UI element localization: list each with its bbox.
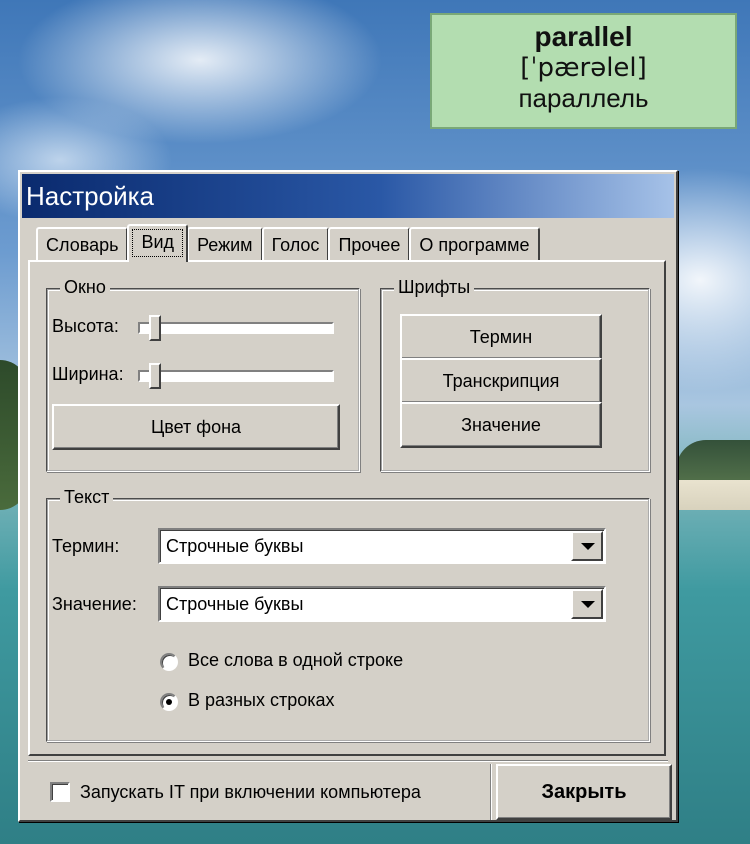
height-label: Высота: — [52, 316, 119, 336]
word-term: parallel — [534, 21, 633, 52]
window-group-label: Окно — [60, 277, 110, 298]
value-case-value: Строчные буквы — [166, 594, 304, 614]
settings-window: Настройка Словарь Вид Режим Голос Прочее… — [18, 170, 678, 822]
tab-panel-view: Окно Высота: Ширина: Цвет фона Шрифты Те… — [28, 260, 666, 756]
word-translation: параллель — [518, 83, 649, 113]
background-trees-right — [676, 440, 750, 482]
value-case-label: Значение: — [52, 594, 137, 614]
value-case-select[interactable]: Строчные буквы — [158, 586, 606, 622]
width-slider-thumb[interactable] — [148, 363, 161, 389]
bg-color-button[interactable]: Цвет фона — [52, 404, 340, 450]
height-slider-track[interactable] — [138, 322, 334, 334]
footer-divider — [28, 760, 668, 762]
text-group-label: Текст — [60, 487, 114, 508]
term-case-label: Термин: — [52, 536, 120, 556]
tab-dictionary[interactable]: Словарь — [36, 227, 129, 260]
width-slider-track[interactable] — [138, 370, 334, 382]
font-value-button[interactable]: Значение — [400, 402, 602, 448]
text-group: Текст Термин: Строчные буквы Значение: С… — [46, 487, 650, 742]
footer-separator — [490, 764, 492, 820]
close-button[interactable]: Закрыть — [496, 764, 672, 820]
width-label: Ширина: — [52, 364, 124, 384]
window-title[interactable]: Настройка — [22, 174, 674, 218]
font-term-button[interactable]: Термин — [400, 314, 602, 360]
term-case-select[interactable]: Строчные буквы — [158, 528, 606, 564]
background-beach — [670, 480, 750, 510]
chevron-down-icon[interactable] — [571, 589, 603, 619]
font-transcription-button[interactable]: Транскрипция — [400, 358, 602, 404]
tab-bar: Словарь Вид Режим Голос Прочее О програм… — [36, 224, 540, 262]
tab-mode[interactable]: Режим — [187, 227, 263, 260]
height-slider-thumb[interactable] — [148, 315, 161, 341]
radio-single-line-label[interactable]: Все слова в одной строке — [188, 650, 403, 671]
term-case-value: Строчные буквы — [166, 536, 304, 556]
fonts-group-label: Шрифты — [394, 277, 475, 298]
chevron-down-icon[interactable] — [571, 531, 603, 561]
fonts-group: Шрифты Термин Транскрипция Значение — [380, 277, 650, 472]
radio-single-line[interactable] — [160, 653, 178, 671]
radio-separate-lines[interactable] — [160, 693, 178, 711]
tab-view[interactable]: Вид — [127, 224, 189, 262]
tab-voice[interactable]: Голос — [261, 227, 330, 260]
word-card: parallel [ˈpærəlel] параллель — [430, 13, 737, 129]
startup-checkbox-label[interactable]: Запускать IT при включении компьютера — [80, 782, 421, 803]
tab-other[interactable]: Прочее — [328, 227, 411, 260]
tab-about[interactable]: О программе — [409, 227, 540, 260]
word-transcription: [ˈpærəlel] — [520, 53, 647, 83]
radio-separate-lines-label[interactable]: В разных строках — [188, 690, 335, 711]
window-group: Окно Высота: Ширина: Цвет фона — [46, 277, 360, 472]
startup-checkbox[interactable] — [50, 782, 70, 802]
